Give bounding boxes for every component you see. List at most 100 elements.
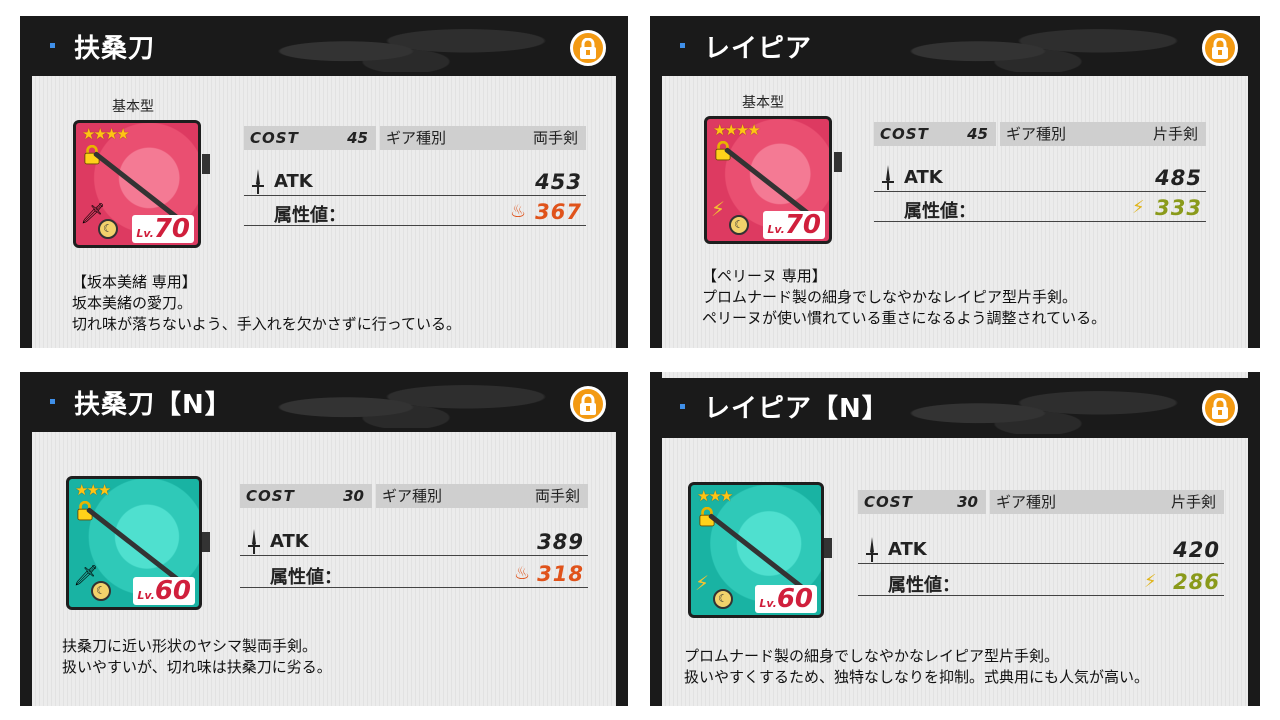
- gear-thumbnail[interactable]: ★★★★ 🗡 ☾ Lv.70: [73, 120, 201, 248]
- level-badge: Lv.70: [132, 215, 194, 243]
- level-badge: Lv.60: [755, 585, 817, 613]
- title-bullet-icon: [680, 404, 685, 409]
- gear-type-label: ギア種別: [386, 129, 447, 147]
- gear-type-box: ギア種別 片手剣: [1000, 122, 1206, 146]
- moon-badge-icon: ☾: [713, 589, 733, 609]
- gear-title: レイピア: [704, 34, 813, 64]
- thumb-tab: [834, 152, 842, 172]
- atk-value: 453: [535, 170, 582, 194]
- level-badge: Lv.70: [763, 211, 825, 239]
- rarity-stars: ★★★: [697, 487, 733, 505]
- gear-thumbnail[interactable]: ★★★★ ⚡ ☾ Lv.70: [704, 116, 832, 244]
- thumb-tab: [202, 154, 210, 174]
- cost-label: COST: [250, 129, 299, 147]
- lock-toggle-button[interactable]: [570, 386, 606, 422]
- moon-badge-icon: ☾: [729, 215, 749, 235]
- thumb-tab: [824, 538, 832, 558]
- lightning-icon: ⚡: [1144, 571, 1157, 592]
- thumb-tab: [202, 532, 210, 552]
- gear-type-value: 片手剣: [1152, 125, 1198, 143]
- gear-card-3: 扶桑刀【N】 ★★★ 🗡 ☾ Lv.60 COST 30 ギア種別 両手剣 AT…: [20, 372, 628, 706]
- moon-badge-icon: ☾: [98, 219, 118, 239]
- atk-label: ATK: [274, 171, 313, 192]
- lock-icon: [580, 38, 596, 59]
- base-type-label: 基本型: [742, 95, 784, 111]
- cost-label: COST: [880, 125, 929, 143]
- atk-label: ATK: [904, 167, 943, 188]
- attribute-value: 367: [535, 200, 582, 224]
- gear-type-box: ギア種別 片手剣: [990, 490, 1224, 514]
- desc-line: 扱いやすくするため、独特なしなりを抑制。式典用にも人気が高い。: [684, 668, 1150, 686]
- lightning-icon: ⚡: [1132, 197, 1145, 218]
- atk-row: ATK 485: [874, 164, 1206, 192]
- gear-type-value: 片手剣: [1170, 493, 1216, 511]
- cost-box: COST 30: [240, 484, 372, 508]
- gear-title: レイピア【N】: [704, 394, 889, 424]
- desc-line: 扶桑刀に近い形状のヤシマ製両手剣。: [62, 637, 318, 655]
- sword-image: [85, 507, 182, 584]
- gear-thumbnail[interactable]: ★★★ 🗡 ☾ Lv.60: [66, 476, 202, 610]
- attribute-row: 属性値： ♨ 318: [240, 560, 588, 588]
- base-type-label: 基本型: [112, 99, 154, 115]
- desc-line: プロムナード製の細身でしなやかなレイピア型片手剣。: [702, 288, 1078, 306]
- moon-badge-icon: ☾: [91, 581, 111, 601]
- gear-title: 扶桑刀【N】: [74, 390, 232, 420]
- gear-thumbnail[interactable]: ★★★ ⚡ ☾ Lv.60: [688, 482, 824, 618]
- lightning-element-icon: ⚡: [711, 197, 726, 221]
- attribute-row: 属性値： ⚡ 286: [858, 568, 1224, 596]
- atk-label: ATK: [270, 531, 309, 552]
- atk-value: 420: [1173, 538, 1220, 562]
- desc-line: プロムナード製の細身でしなやかなレイピア型片手剣。: [684, 647, 1060, 665]
- cost-label: COST: [246, 487, 295, 505]
- atk-row: ATK 420: [858, 536, 1224, 564]
- lock-toggle-button[interactable]: [1202, 30, 1238, 66]
- gear-type-label: ギア種別: [382, 487, 443, 505]
- desc-line: 【坂本美緒 専用】: [72, 273, 197, 291]
- gear-description: プロムナード製の細身でしなやかなレイピア型片手剣。 扱いやすくするため、独特なし…: [684, 646, 1149, 688]
- cost-box: COST 30: [858, 490, 986, 514]
- desc-line: 坂本美緒の愛刀。: [72, 294, 193, 312]
- gear-description: 【ペリーヌ 専用】 プロムナード製の細身でしなやかなレイピア型片手剣。 ペリーヌ…: [702, 266, 1106, 329]
- gear-type-value: 両手剣: [534, 487, 580, 505]
- atk-row: ATK 453: [244, 168, 586, 196]
- desc-line: ペリーヌが使い慣れている重さになるよう調整されている。: [702, 309, 1107, 327]
- gear-description: 【坂本美緒 専用】 坂本美緒の愛刀。 切れ味が落ちないよう、手入れを欠かさずに行…: [72, 272, 461, 335]
- desc-line: 扱いやすいが、切れ味は扶桑刀に劣る。: [62, 658, 332, 676]
- atk-label: ATK: [888, 539, 927, 560]
- gear-type-value: 両手剣: [532, 129, 578, 147]
- desc-line: 【ペリーヌ 専用】: [702, 267, 827, 285]
- lock-toggle-button[interactable]: [1202, 390, 1238, 426]
- cost-label: COST: [864, 493, 913, 511]
- gear-card-4: レイピア【N】 ★★★ ⚡ ☾ Lv.60 COST 30 ギア種別 片手剣 A…: [650, 372, 1260, 706]
- rarity-stars: ★★★: [75, 481, 111, 499]
- gear-type-box: ギア種別 両手剣: [376, 484, 588, 508]
- gear-type-label: ギア種別: [1006, 125, 1067, 143]
- title-bullet-icon: [680, 43, 685, 48]
- atk-value: 485: [1155, 166, 1202, 190]
- attribute-row: 属性値： ⚡ 333: [874, 194, 1206, 222]
- title-bullet-icon: [50, 399, 55, 404]
- cost-value: 30: [957, 493, 978, 511]
- fire-icon: ♨: [510, 201, 527, 222]
- rarity-stars: ★★★★: [82, 125, 130, 143]
- attribute-label: 属性値：: [274, 205, 346, 226]
- gear-description: 扶桑刀に近い形状のヤシマ製両手剣。 扱いやすいが、切れ味は扶桑刀に劣る。: [62, 636, 332, 678]
- sword-icon: [248, 529, 260, 554]
- rapier-image: [707, 513, 804, 590]
- desc-line: 切れ味が落ちないよう、手入れを欠かさずに行っている。: [72, 315, 461, 333]
- lock-toggle-button[interactable]: [570, 30, 606, 66]
- fire-icon: ♨: [514, 563, 531, 584]
- atk-value: 389: [537, 530, 584, 554]
- level-badge: Lv.60: [133, 577, 195, 605]
- lock-icon: [580, 394, 596, 415]
- gear-card-2: レイピア 基本型 ★★★★ ⚡ ☾ Lv.70 COST 45 ギア種別 片手剣…: [650, 16, 1260, 348]
- gear-title: 扶桑刀: [74, 34, 156, 64]
- attribute-label: 属性値：: [888, 575, 960, 596]
- cost-box: COST 45: [874, 122, 996, 146]
- cost-box: COST 45: [244, 126, 376, 150]
- attribute-row: 属性値： ♨ 367: [244, 198, 586, 226]
- atk-row: ATK 389: [240, 528, 588, 556]
- cost-value: 45: [347, 129, 368, 147]
- gear-type-box: ギア種別 両手剣: [380, 126, 586, 150]
- sword-icon: [252, 169, 264, 194]
